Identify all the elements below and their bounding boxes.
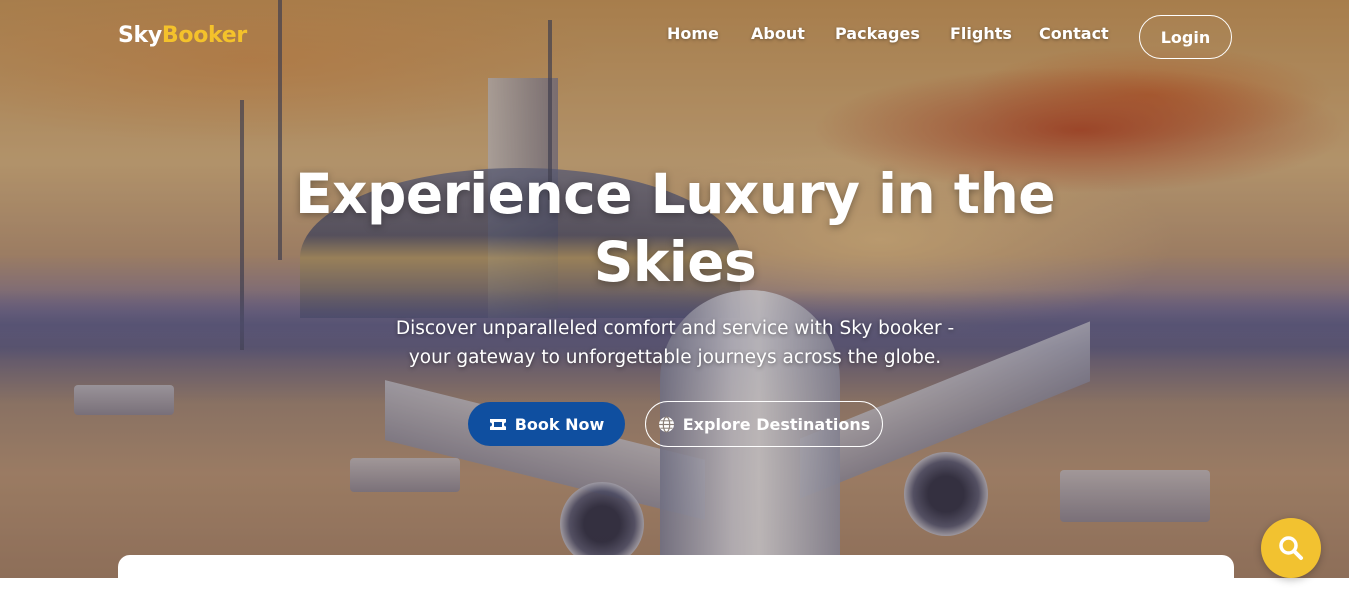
ticket-icon [489, 418, 507, 431]
brand-logo[interactable]: SkyBooker [118, 23, 247, 48]
hero-subtitle: Discover unparalleled comfort and servic… [330, 314, 1020, 372]
globe-icon [658, 415, 675, 433]
nav-link-flights[interactable]: Flights [950, 24, 1012, 43]
hero-subtitle-line1: Discover unparalleled comfort and servic… [395, 318, 955, 339]
nav-link-home[interactable]: Home [667, 24, 719, 43]
floating-search-button[interactable] [1261, 518, 1321, 578]
nav-link-contact[interactable]: Contact [1039, 24, 1109, 43]
hero-title: Experience Luxury in the Skies [250, 160, 1100, 296]
top-navbar: SkyBooker Home About Packages Flights Co… [0, 0, 1349, 80]
hero-title-line1: Experience Luxury in the [294, 162, 1056, 226]
search-icon [1277, 534, 1305, 562]
brand-logo-part1: Sky [118, 23, 162, 48]
book-now-label: Book Now [514, 414, 605, 434]
brand-logo-part2: Booker [161, 23, 247, 48]
nav-link-packages[interactable]: Packages [835, 24, 920, 43]
nav-link-about[interactable]: About [751, 24, 805, 43]
search-panel [118, 555, 1234, 595]
login-button[interactable]: Login [1139, 15, 1232, 59]
hero-subtitle-line2: your gateway to unforgettable journeys a… [408, 347, 942, 368]
explore-destinations-button[interactable]: Explore Destinations [645, 401, 883, 447]
explore-destinations-label: Explore Destinations [682, 414, 871, 434]
book-now-button[interactable]: Book Now [468, 402, 625, 446]
hero-title-line2: Skies [593, 230, 757, 294]
